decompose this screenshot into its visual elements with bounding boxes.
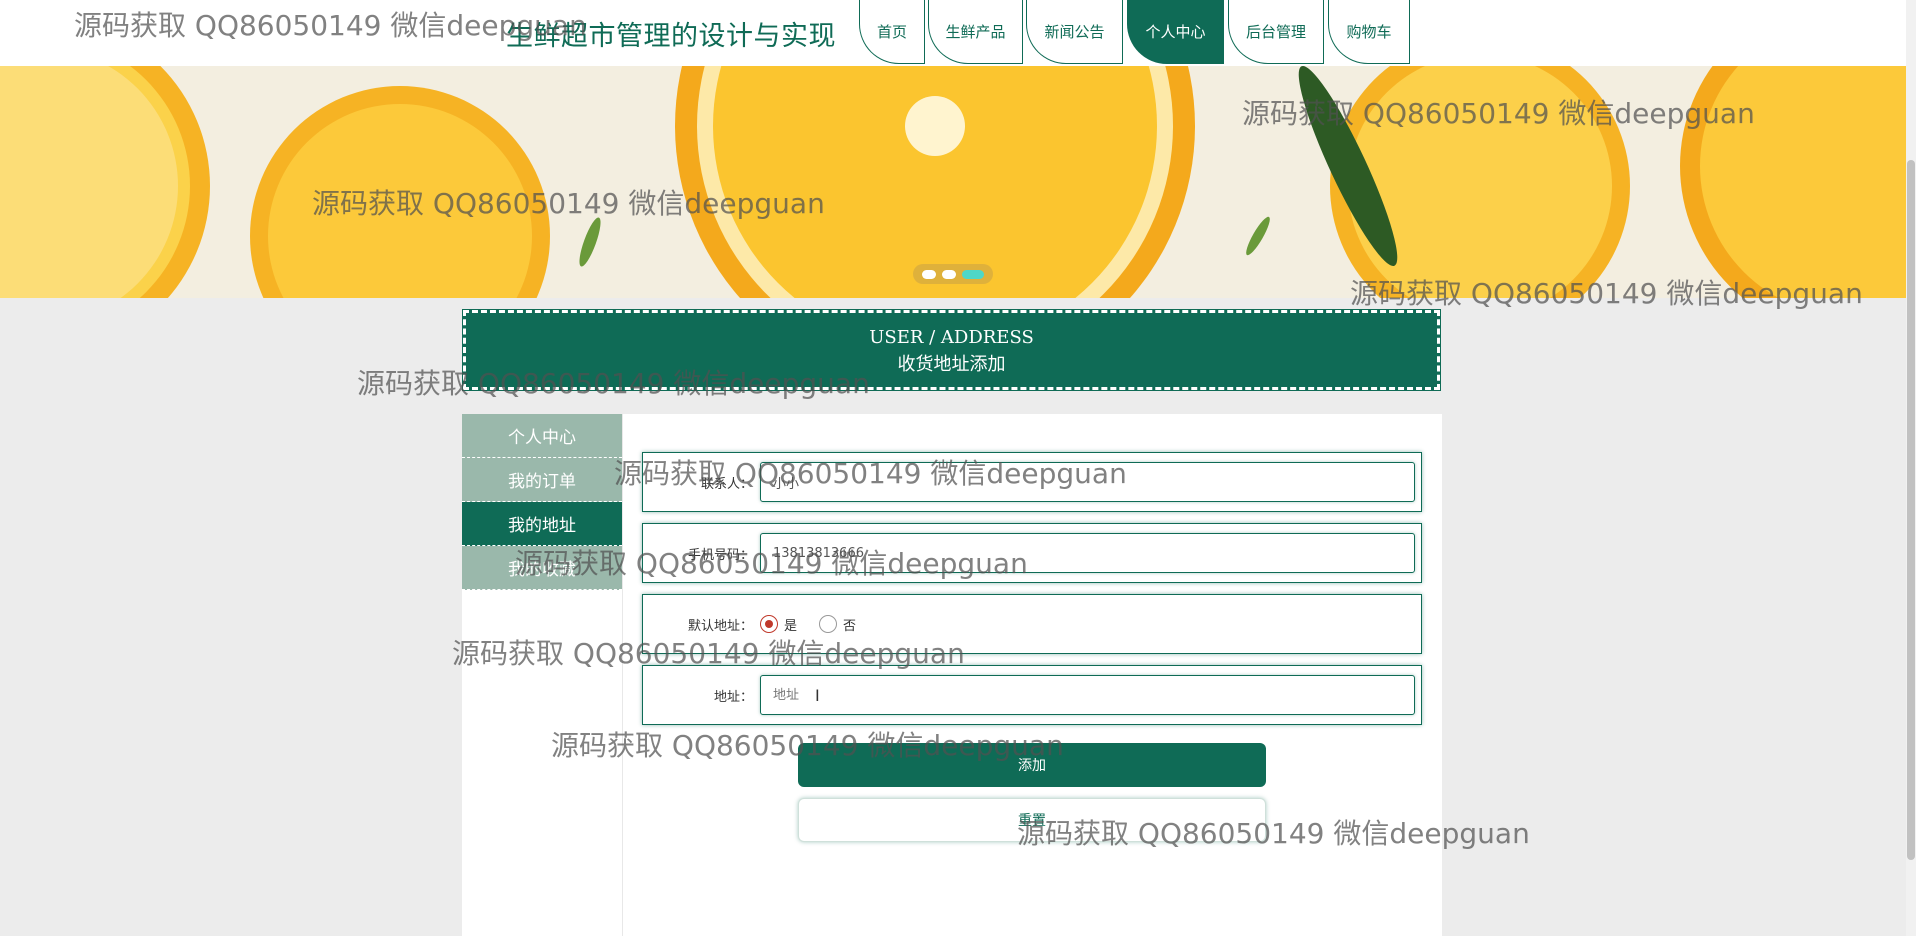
- side-menu-my-favorites[interactable]: 我的收藏: [462, 546, 622, 590]
- nav-personal-center[interactable]: 个人中心: [1127, 0, 1224, 64]
- address-label: 地址：: [713, 689, 753, 705]
- side-menu: 个人中心 我的订单 我的地址 我的收藏: [462, 414, 623, 936]
- carousel-dot[interactable]: [922, 269, 936, 279]
- header: 生鲜超市管理的设计与实现 首页 生鲜产品 新闻公告 个人中心 后台管理 购物车: [0, 0, 1906, 66]
- page: 生鲜超市管理的设计与实现 首页 生鲜产品 新闻公告 个人中心 后台管理 购物车: [0, 0, 1916, 936]
- site-title: 生鲜超市管理的设计与实现: [506, 21, 836, 52]
- contact-input[interactable]: [760, 462, 1415, 502]
- side-menu-personal-center[interactable]: 个人中心: [462, 414, 622, 458]
- nav-home[interactable]: 首页: [859, 0, 925, 64]
- add-button[interactable]: 添加: [798, 743, 1266, 787]
- contact-label: 联系人：: [700, 476, 753, 492]
- radio-no[interactable]: 否: [819, 615, 856, 634]
- reset-button[interactable]: 重置: [798, 798, 1266, 842]
- phone-input[interactable]: [760, 533, 1415, 573]
- radio-yes-circle[interactable]: [760, 615, 778, 633]
- radio-no-label: 否: [843, 618, 857, 634]
- nav-news[interactable]: 新闻公告: [1026, 0, 1123, 64]
- side-menu-my-address[interactable]: 我的地址: [462, 502, 622, 546]
- radio-yes-label: 是: [784, 618, 798, 634]
- side-menu-my-orders[interactable]: 我的订单: [462, 458, 622, 502]
- default-address-radio-group: 是 否: [760, 595, 856, 653]
- section-title-english: USER / ADDRESS: [869, 327, 1034, 348]
- nav-products[interactable]: 生鲜产品: [928, 0, 1023, 64]
- section-title-chinese: 收货地址添加: [897, 354, 1006, 375]
- radio-yes[interactable]: 是: [760, 615, 797, 634]
- text-cursor-icon: I: [815, 686, 820, 705]
- section-title-box: USER / ADDRESS 收货地址添加: [462, 309, 1441, 391]
- content-card: 个人中心 我的订单 我的地址 我的收藏 联系人： 手机号码： 默认地址： 是 否: [462, 414, 1442, 936]
- scrollbar-thumb[interactable]: [1907, 160, 1915, 860]
- nav-cart[interactable]: 购物车: [1328, 0, 1410, 64]
- carousel-dot[interactable]: [942, 269, 956, 279]
- page-scrollbar[interactable]: [1906, 0, 1916, 936]
- phone-label: 手机号码：: [687, 547, 753, 563]
- default-address-label: 默认地址：: [687, 618, 753, 634]
- form-row-address: 地址：: [642, 665, 1422, 725]
- address-input[interactable]: [760, 675, 1415, 715]
- radio-no-circle[interactable]: [819, 615, 838, 633]
- form-row-contact: 联系人：: [642, 452, 1422, 512]
- nav-admin[interactable]: 后台管理: [1228, 0, 1324, 64]
- carousel-dot-active[interactable]: [962, 269, 984, 279]
- form-row-phone: 手机号码：: [642, 523, 1422, 583]
- form-row-default-address: 默认地址： 是 否: [642, 594, 1422, 654]
- carousel-dots: [913, 264, 993, 284]
